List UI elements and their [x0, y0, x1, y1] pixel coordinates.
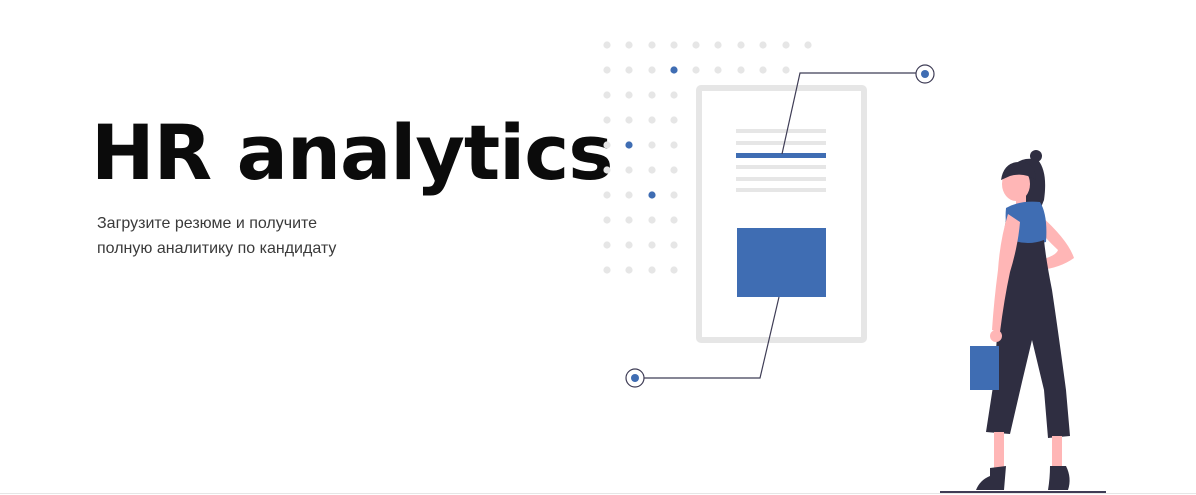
- grid-dot: [603, 41, 611, 49]
- grid-dot: [625, 241, 633, 249]
- grid-dot: [670, 191, 678, 199]
- grid-dot: [648, 266, 656, 274]
- grid-dot: [648, 91, 656, 99]
- grid-dot: [625, 66, 633, 74]
- grid-dot: [670, 166, 678, 174]
- bottom-divider: [0, 493, 1196, 494]
- grid-dot: [648, 216, 656, 224]
- resume-illustration: [603, 41, 1106, 493]
- grid-dot: [625, 41, 633, 49]
- grid-dot: [692, 66, 700, 74]
- grid-dot: [648, 41, 656, 49]
- grid-dot: [692, 41, 700, 49]
- grid-dot: [625, 91, 633, 99]
- grid-dot: [603, 166, 611, 174]
- woman-figure-icon: [940, 150, 1106, 493]
- target-marker-icon-bottom: [625, 368, 645, 388]
- grid-dot: [648, 241, 656, 249]
- grid-dot: [648, 116, 656, 124]
- grid-dot: [759, 66, 767, 74]
- grid-dot: [603, 216, 611, 224]
- grid-dot: [603, 141, 611, 149]
- grid-dot: [714, 41, 722, 49]
- grid-dot: [625, 166, 633, 174]
- grid-dot: [714, 66, 722, 74]
- grid-dot: [603, 66, 611, 74]
- grid-dot: [625, 191, 633, 199]
- grid-dot: [804, 41, 812, 49]
- grid-dot: [737, 41, 745, 49]
- grid-dot: [648, 66, 656, 74]
- grid-dot: [648, 166, 656, 174]
- grid-dot: [625, 116, 633, 124]
- grid-dot: [670, 41, 678, 49]
- grid-dot: [670, 116, 678, 124]
- grid-dot: [782, 41, 790, 49]
- grid-dot: [625, 141, 633, 149]
- grid-dot: [625, 266, 633, 274]
- grid-dot: [670, 216, 678, 224]
- grid-dot: [670, 91, 678, 99]
- grid-dot: [737, 66, 745, 74]
- grid-dot: [648, 191, 656, 199]
- grid-dot: [648, 141, 656, 149]
- target-marker-icon-top: [915, 64, 935, 84]
- grid-dot: [603, 191, 611, 199]
- resume-document-icon: [696, 85, 867, 343]
- grid-dot: [625, 216, 633, 224]
- grid-dot: [670, 141, 678, 149]
- grid-dot: [670, 266, 678, 274]
- grid-dot: [670, 66, 678, 74]
- grid-dot: [759, 41, 767, 49]
- grid-dot: [603, 91, 611, 99]
- grid-dot: [603, 116, 611, 124]
- grid-dot: [603, 266, 611, 274]
- grid-dot: [603, 241, 611, 249]
- grid-dot: [782, 66, 790, 74]
- grid-dot: [670, 241, 678, 249]
